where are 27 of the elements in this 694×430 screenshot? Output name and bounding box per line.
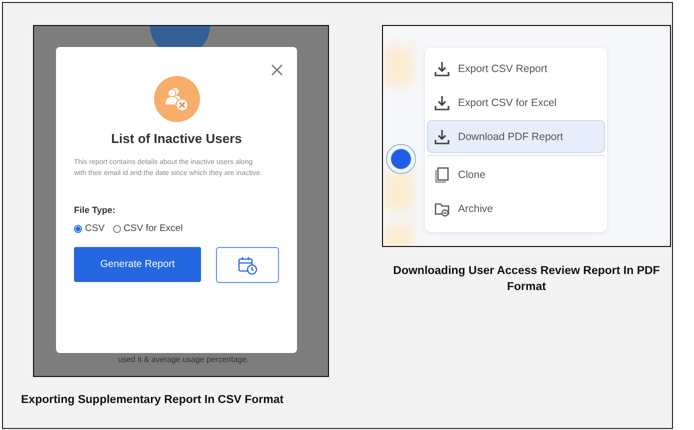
radio-label: CSV bbox=[85, 223, 105, 234]
menu-item[interactable]: Clone bbox=[427, 158, 605, 191]
folder-remove-icon bbox=[434, 200, 450, 216]
backdrop-text: used it & average usage percentage. bbox=[118, 355, 249, 364]
menu-item[interactable]: Export CSV Report bbox=[427, 52, 605, 85]
download-icon bbox=[434, 60, 450, 76]
radio-button[interactable] bbox=[112, 224, 121, 232]
caption: Exporting Supplementary Report In CSV Format bbox=[21, 394, 285, 406]
radio-button[interactable] bbox=[74, 224, 82, 232]
calendar-clock-icon bbox=[238, 256, 258, 274]
menu-item[interactable]: Archive bbox=[427, 192, 605, 225]
schedule-button[interactable] bbox=[216, 247, 279, 283]
users-remove-icon bbox=[154, 76, 200, 122]
blurred-card-background bbox=[383, 171, 413, 211]
download-icon bbox=[434, 94, 450, 110]
radio-label: CSV for Excel bbox=[124, 223, 183, 234]
file-type-label: File Type: bbox=[74, 205, 116, 215]
menu-item[interactable]: Export CSV for Excel bbox=[427, 86, 605, 119]
copy-icon bbox=[434, 166, 450, 182]
download-icon bbox=[434, 128, 450, 144]
generate-report-button[interactable]: Generate Report bbox=[74, 247, 201, 282]
blurred-card-background bbox=[383, 224, 413, 246]
close-icon[interactable] bbox=[271, 64, 283, 76]
radio-dot-icon bbox=[386, 144, 416, 174]
menu-item[interactable]: Download PDF Report bbox=[427, 120, 605, 153]
caption: Downloading User Access Review Report In PDF Format bbox=[392, 264, 661, 295]
dialog-title: List of Inactive Users bbox=[110, 131, 243, 146]
